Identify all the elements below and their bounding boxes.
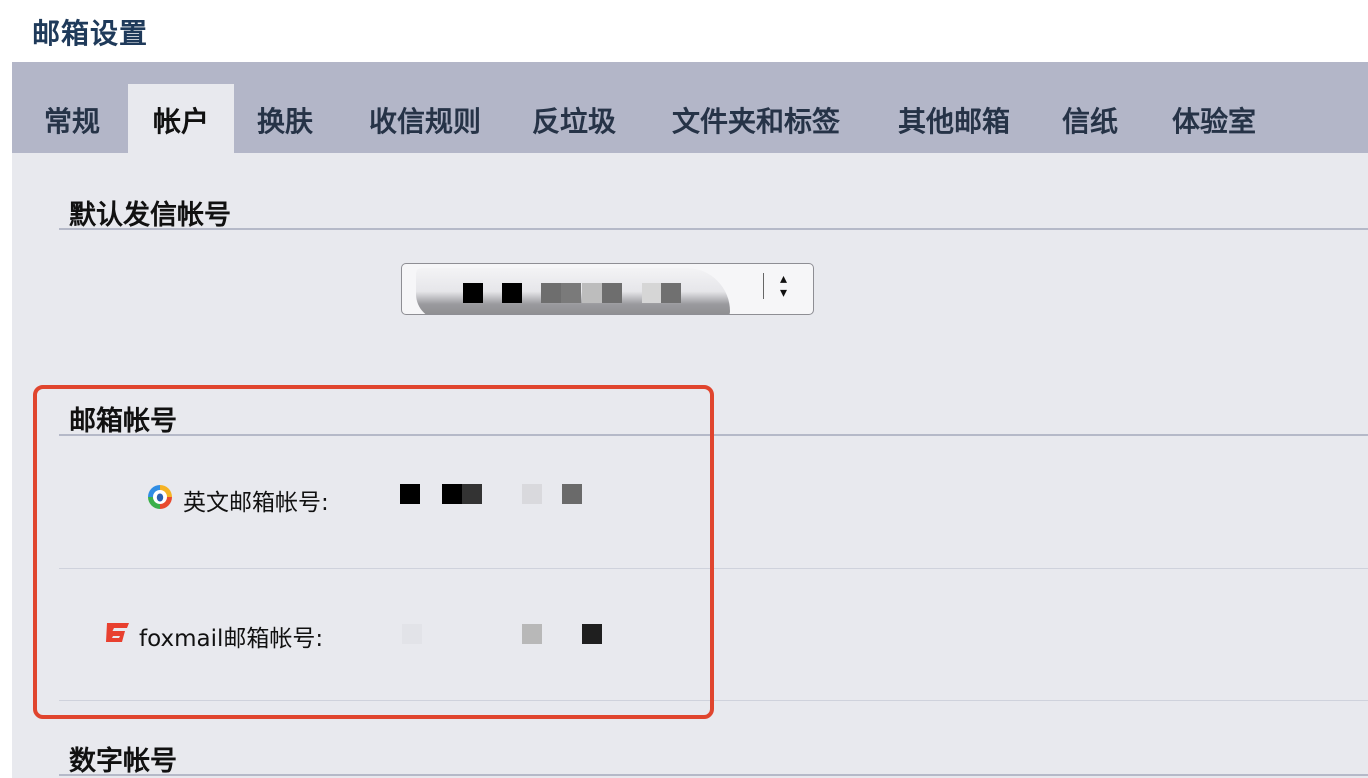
redacted-pixel bbox=[582, 283, 602, 303]
tab-lab[interactable]: 体验室 bbox=[1162, 84, 1266, 153]
select-arrows-icon: ▴ ▾ bbox=[780, 271, 788, 301]
tab-mail-rules[interactable]: 收信规则 bbox=[355, 84, 495, 153]
redacted-pixel bbox=[642, 283, 662, 303]
redacted-pixel bbox=[661, 283, 681, 303]
redacted-pixel bbox=[602, 283, 622, 303]
tab-folders-labels[interactable]: 文件夹和标签 bbox=[660, 84, 852, 153]
section-title-numeric-account: 数字帐号 bbox=[69, 746, 177, 777]
section-title-default-sender: 默认发信帐号 bbox=[69, 200, 231, 231]
tab-skin[interactable]: 换肤 bbox=[245, 84, 325, 153]
page-title: 邮箱设置 bbox=[32, 17, 149, 50]
redacted-pixel bbox=[541, 283, 561, 303]
select-divider bbox=[763, 273, 764, 299]
tab-stationery[interactable]: 信纸 bbox=[1052, 84, 1128, 153]
tab-bar: 常规 帐户 换肤 收信规则 反垃圾 文件夹和标签 其他邮箱 信纸 体验室 bbox=[12, 62, 1368, 153]
tab-other-mailboxes[interactable]: 其他邮箱 bbox=[888, 84, 1020, 153]
section-divider bbox=[59, 228, 1368, 230]
section-divider bbox=[59, 774, 1368, 776]
default-sender-select[interactable]: ▴ ▾ bbox=[401, 263, 814, 315]
redacted-pixel bbox=[502, 283, 522, 303]
tab-anti-spam[interactable]: 反垃圾 bbox=[522, 84, 626, 153]
highlight-box bbox=[33, 385, 714, 719]
tab-account[interactable]: 帐户 bbox=[128, 84, 234, 153]
redacted-pixel bbox=[561, 283, 581, 303]
redacted-pixel bbox=[463, 283, 483, 303]
tab-general[interactable]: 常规 bbox=[34, 84, 110, 153]
